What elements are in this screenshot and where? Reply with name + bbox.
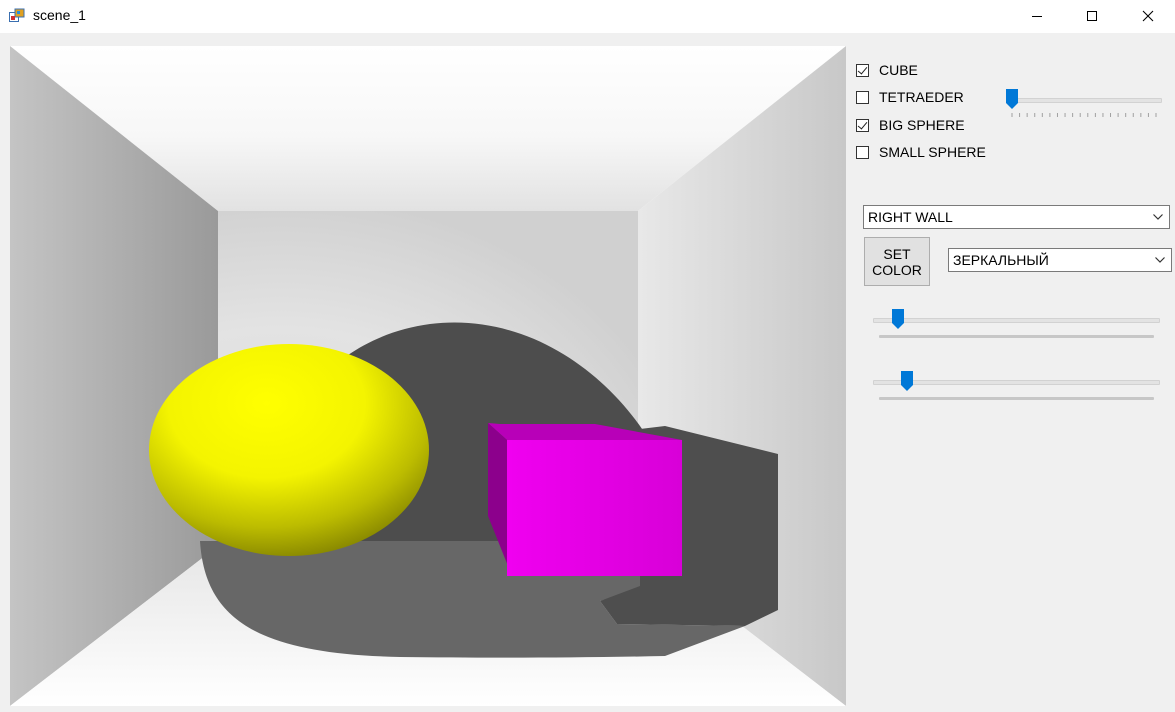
material-select-value: ЗЕРКАЛЬНЫЙ [953,252,1049,268]
slider-thumb[interactable] [892,309,905,329]
checkbox-box[interactable] [856,90,869,104]
slider-track [873,380,1160,385]
checkbox-box[interactable] [856,118,869,132]
checkbox-label: CUBE [879,62,918,78]
checkbox-label: SMALL SPHERE [879,144,986,160]
checkbox-label: BIG SPHERE [879,117,965,133]
slider-track [873,318,1160,323]
slider-base [879,397,1154,400]
maximize-button[interactable] [1069,0,1115,31]
set-color-line2: COLOR [872,262,922,278]
slider-track [1006,98,1162,103]
parameter-slider-1[interactable] [873,309,1160,341]
big-sphere [149,344,429,556]
render-viewport[interactable] [10,46,846,706]
parameter-slider-2[interactable] [873,371,1160,403]
set-color-button[interactable]: SET COLOR [864,237,930,286]
checkbox-small-sphere[interactable]: SMALL SPHERE [856,143,986,161]
slider-base [879,335,1154,338]
top-slider[interactable] [1006,89,1162,121]
checkbox-tetraeder[interactable]: TETRAEDER [856,88,964,106]
window-title: scene_1 [33,7,86,23]
target-select-value: RIGHT WALL [868,209,953,225]
checkbox-label: TETRAEDER [879,89,964,105]
close-button[interactable] [1125,0,1171,31]
target-select[interactable]: RIGHT WALL [863,205,1170,229]
checkbox-big-sphere[interactable]: BIG SPHERE [856,116,965,134]
checkbox-box[interactable] [856,145,869,159]
minimize-icon [1032,15,1042,17]
close-icon [1142,10,1154,21]
set-color-line1: SET [883,246,911,262]
checkbox-cube[interactable]: CUBE [856,61,918,79]
cube-front-face [507,440,682,576]
checkbox-box[interactable] [856,63,869,77]
slider-thumb[interactable] [1006,89,1018,109]
app-window-icon [9,8,25,22]
slider-thumb[interactable] [900,371,913,391]
chevron-down-icon [1153,214,1163,220]
scene-canvas [10,46,846,706]
title-bar: scene_1 [0,0,1175,33]
slider-ticks [1011,113,1157,117]
material-select[interactable]: ЗЕРКАЛЬНЫЙ [948,248,1172,272]
maximize-icon [1087,10,1097,21]
minimize-button[interactable] [1014,0,1060,31]
chevron-down-icon [1155,257,1165,263]
